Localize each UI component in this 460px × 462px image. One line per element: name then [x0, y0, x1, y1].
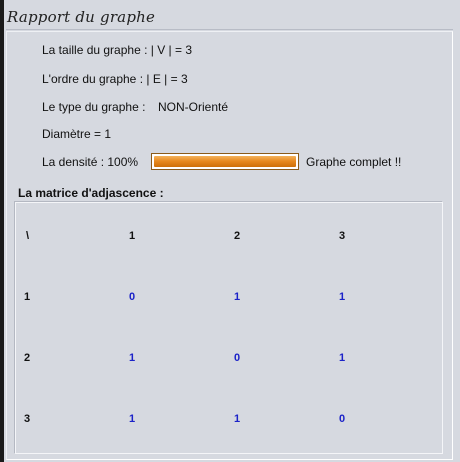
- graph-density-label: La densité : 100%: [42, 155, 139, 169]
- matrix-cell: 1: [129, 413, 136, 425]
- matrix-col-header: 2: [234, 230, 241, 242]
- matrix-cell: 1: [129, 352, 136, 364]
- matrix-cell: 1: [339, 352, 346, 364]
- matrix-row-header: 3: [24, 413, 31, 425]
- title-separator: [6, 29, 453, 30]
- matrix-row-header: 1: [24, 291, 31, 303]
- window-title: Rapport du graphe: [7, 8, 156, 26]
- graph-order-line: L'ordre du graphe : | E | = 3: [42, 72, 188, 86]
- graph-size-line: La taille du graphe : | V | = 3: [42, 43, 192, 57]
- graph-complete-label: Graphe complet !!: [306, 155, 402, 169]
- matrix-cell: 1: [234, 413, 241, 425]
- matrix-cell: 1: [339, 291, 346, 303]
- matrix-cell: 0: [234, 352, 241, 364]
- matrix-corner: \: [26, 230, 30, 242]
- graph-diameter-line: Diamètre = 1: [42, 127, 112, 141]
- graph-type-value: NON-Orienté: [158, 100, 229, 114]
- adjacency-matrix-panel: [14, 201, 443, 454]
- matrix-cell: 0: [339, 413, 346, 425]
- density-progress-fill: [154, 156, 296, 167]
- matrix-cell: 0: [129, 291, 136, 303]
- window-edge: [0, 0, 4, 462]
- density-progress-bar: [151, 153, 299, 170]
- matrix-cell: 1: [234, 291, 241, 303]
- matrix-row-header: 2: [24, 352, 31, 364]
- matrix-heading: La matrice d'adjascence :: [18, 186, 164, 200]
- matrix-col-header: 1: [129, 230, 136, 242]
- graph-type-label: Le type du graphe :: [42, 100, 146, 114]
- matrix-col-header: 3: [339, 230, 346, 242]
